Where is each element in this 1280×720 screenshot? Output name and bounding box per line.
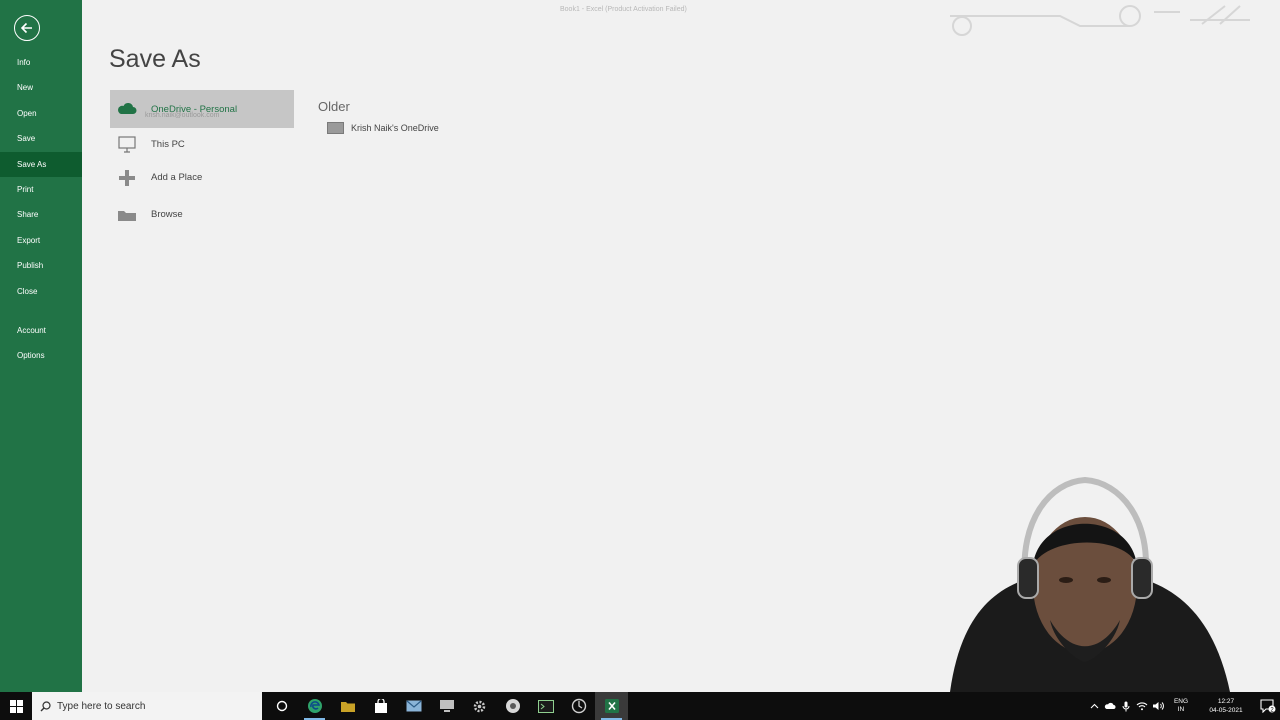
task-view-icon — [276, 700, 287, 712]
location-browse[interactable]: Browse — [110, 198, 294, 231]
account-avatar-icon — [952, 16, 972, 36]
recent-folder-item[interactable]: Krish Naik's OneDrive — [327, 122, 439, 134]
backstage-nav: Info New Open Save Save As Print Share E… — [0, 0, 82, 692]
taskbar: ENG IN 12:27 04-05-2021 2 — [0, 692, 1280, 720]
location-label: Add a Place — [151, 172, 203, 183]
nav-list: Info New Open Save Save As Print Share E… — [0, 50, 82, 369]
taskbar-app-remote-desktop[interactable] — [430, 692, 463, 720]
recent-folder-label: Krish Naik's OneDrive — [351, 123, 439, 133]
onedrive-folder-icon — [327, 122, 344, 134]
language-code: ENG — [1173, 698, 1189, 705]
tray-microphone-button[interactable] — [1118, 692, 1134, 720]
taskbar-app-file-explorer[interactable] — [331, 692, 364, 720]
location-this-pc[interactable]: This PC — [110, 128, 294, 161]
action-center-button[interactable]: 2 — [1256, 692, 1280, 720]
nav-item-export[interactable]: Export — [0, 228, 82, 253]
location-label: This PC — [151, 139, 185, 150]
nav-item-close[interactable]: Close — [0, 279, 82, 304]
folder-icon — [340, 701, 355, 712]
nav-item-account[interactable]: Account — [0, 318, 82, 343]
input-language-indicator[interactable]: ENG IN — [1166, 698, 1196, 714]
title-bar-decoration — [950, 5, 1250, 36]
taskbar-app-settings[interactable] — [463, 692, 496, 720]
location-add-place[interactable]: Add a Place — [110, 161, 294, 194]
taskbar-app-chrome[interactable] — [496, 692, 529, 720]
store-icon — [374, 698, 387, 713]
gear-icon — [473, 700, 486, 712]
terminal-icon — [537, 699, 554, 713]
windows-logo-icon — [9, 699, 23, 713]
taskbar-clock[interactable]: 12:27 04-05-2021 — [1196, 697, 1256, 715]
start-button[interactable] — [0, 692, 32, 720]
tray-onedrive-button[interactable] — [1102, 692, 1118, 720]
taskbar-app-edge[interactable] — [298, 692, 331, 720]
chevron-up-icon — [1090, 703, 1098, 709]
edge-icon — [307, 699, 322, 713]
folder-icon — [116, 206, 138, 224]
nav-item-save-as[interactable]: Save As — [0, 151, 82, 177]
taskbar-app-recorder[interactable] — [562, 692, 595, 720]
onedrive-cloud-icon — [1104, 702, 1116, 709]
region-code: IN — [1177, 706, 1185, 713]
search-icon — [40, 700, 51, 711]
search-input[interactable] — [57, 700, 237, 712]
onedrive-cloud-icon — [116, 100, 138, 118]
nav-item-options[interactable]: Options — [0, 343, 82, 368]
nav-item-print[interactable]: Print — [0, 177, 82, 202]
taskbar-search[interactable] — [32, 692, 262, 720]
nav-item-info[interactable]: Info — [0, 50, 82, 75]
speaker-icon — [1153, 702, 1164, 710]
microphone-icon — [1122, 701, 1130, 711]
nav-item-save[interactable]: Save — [0, 126, 82, 151]
help-icon — [1119, 5, 1141, 27]
taskbar-app-mail[interactable] — [397, 692, 430, 720]
remote-desktop-icon — [439, 700, 454, 712]
taskbar-app-excel[interactable] — [595, 692, 628, 720]
nav-item-publish[interactable]: Publish — [0, 253, 82, 278]
notification-icon: 2 — [1260, 699, 1276, 713]
taskbar-app-store[interactable] — [364, 692, 397, 720]
webcam-overlay — [950, 476, 1230, 692]
recorder-icon — [571, 698, 586, 714]
tray-network-button[interactable] — [1134, 692, 1150, 720]
page-title: Save As — [109, 45, 201, 73]
system-tray: ENG IN 12:27 04-05-2021 2 — [1086, 692, 1280, 720]
save-location-list: OneDrive - Personal krish.naik@outlook.c… — [110, 90, 294, 231]
tray-overflow-button[interactable] — [1086, 692, 1102, 720]
taskbar-app-terminal[interactable] — [529, 692, 562, 720]
location-sublabel: krish.naik@outlook.com — [145, 112, 220, 119]
nav-item-share[interactable]: Share — [0, 202, 82, 227]
clock-time: 12:27 — [1217, 698, 1235, 705]
location-onedrive[interactable]: OneDrive - Personal krish.naik@outlook.c… — [110, 90, 294, 128]
recent-group-header: Older — [318, 99, 350, 114]
task-view-button[interactable] — [265, 692, 298, 720]
chrome-icon — [505, 699, 520, 713]
mail-icon — [406, 700, 421, 712]
computer-icon — [116, 135, 138, 154]
nav-item-open[interactable]: Open — [0, 101, 82, 126]
excel-icon — [604, 699, 619, 713]
tray-volume-button[interactable] — [1150, 692, 1166, 720]
back-arrow-icon — [20, 22, 32, 34]
window-title: Book1 - Excel (Product Activation Failed… — [560, 6, 687, 13]
nav-item-new[interactable]: New — [0, 75, 82, 100]
back-button[interactable] — [14, 15, 40, 41]
clock-date: 04-05-2021 — [1209, 707, 1243, 714]
wifi-icon — [1136, 702, 1148, 711]
location-label: Browse — [151, 209, 183, 220]
taskbar-apps — [265, 692, 628, 720]
plus-icon — [116, 169, 138, 187]
